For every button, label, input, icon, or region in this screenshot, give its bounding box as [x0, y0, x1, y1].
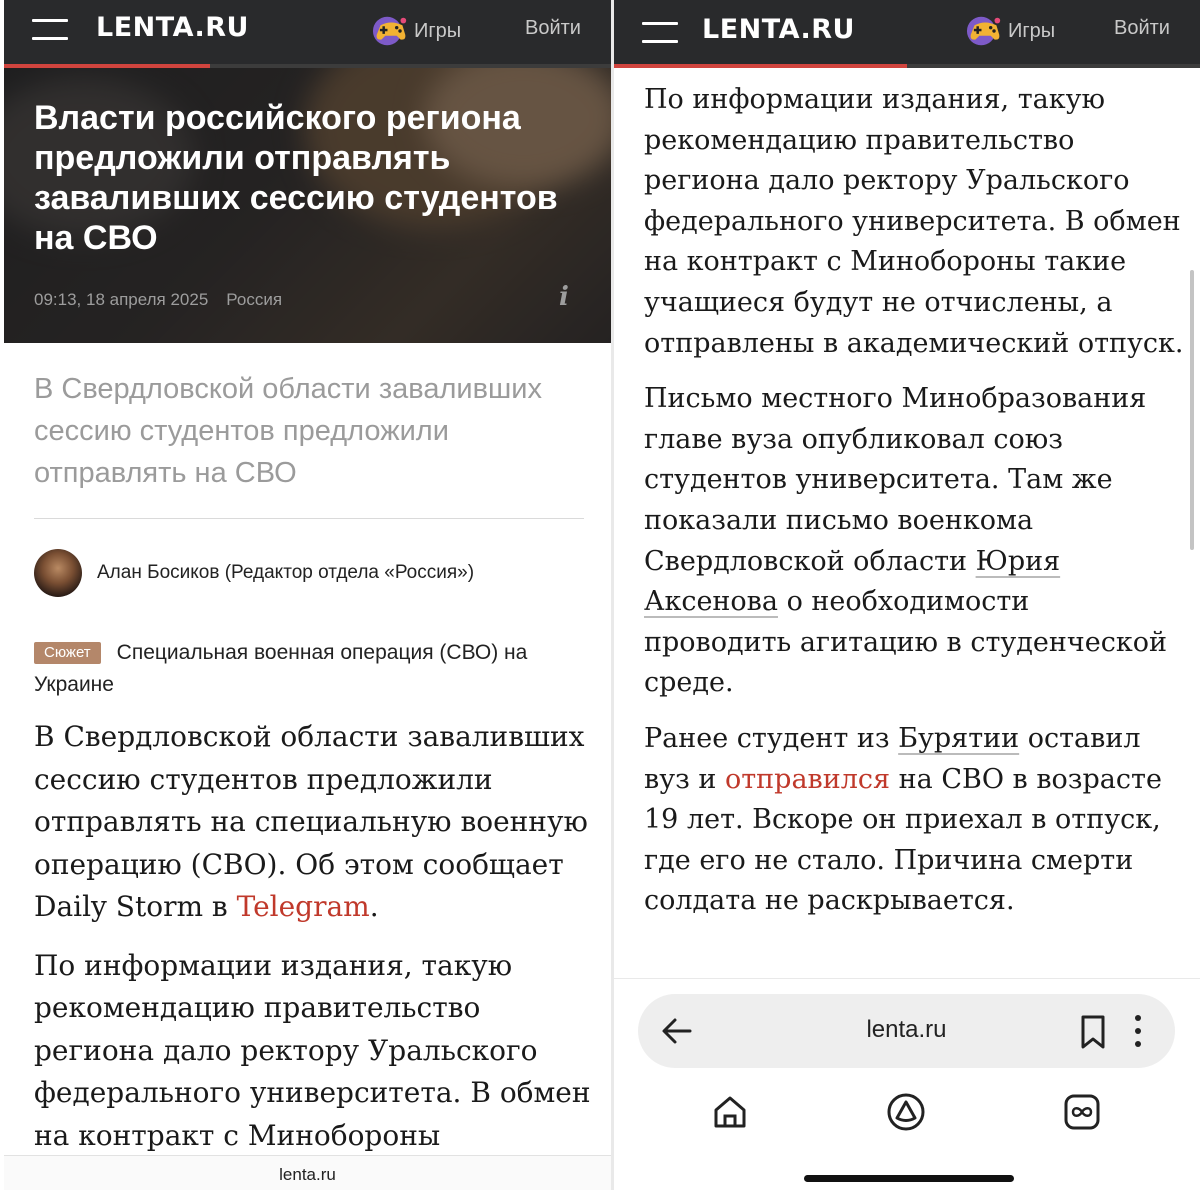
paragraph: Письмо местного Минобразования главе вуз…: [644, 379, 1184, 704]
address-bar[interactable]: lenta.ru: [638, 994, 1175, 1068]
paragraph-text: .: [369, 890, 379, 923]
paragraph-text: Письмо местного Минобразования главе вуз…: [644, 383, 1147, 577]
bookmark-icon[interactable]: [1078, 1014, 1108, 1050]
games-label: Игры: [1008, 19, 1056, 42]
games-link[interactable]: Игры: [966, 12, 1055, 50]
gamepad-icon: [966, 16, 1001, 46]
right-phone-screen: LENTA.RU Игры Войти По информации издани…: [614, 0, 1200, 1190]
article-body: В Свердловской области заваливших сессию…: [34, 716, 594, 1173]
site-logo[interactable]: LENTA.RU: [96, 12, 249, 43]
paragraph: По информации издания, такую рекомендаци…: [34, 948, 591, 1152]
author-name: Алан Босиков (Редактор отдела «Россия»): [97, 562, 475, 583]
login-button[interactable]: Войти: [1114, 17, 1170, 40]
menu-icon[interactable]: [32, 19, 68, 41]
divider: [34, 518, 584, 519]
site-header: LENTA.RU Игры Войти: [614, 0, 1200, 64]
article-body: По информации издания, такую рекомендаци…: [644, 80, 1184, 937]
alice-icon[interactable]: [886, 1092, 926, 1132]
reading-progress-fill: [614, 64, 907, 68]
home-icon[interactable]: [710, 1092, 750, 1132]
region-link[interactable]: Бурятии: [898, 723, 1019, 754]
site-header: LENTA.RU Игры Войти: [4, 0, 611, 64]
login-button[interactable]: Войти: [525, 17, 581, 40]
more-vertical-icon[interactable]: [1128, 1012, 1148, 1050]
paragraph: По информации издания, такую рекомендаци…: [644, 84, 1184, 359]
article-hero: Власти российского региона предложили от…: [4, 68, 611, 343]
menu-icon[interactable]: [642, 22, 678, 44]
article-rubric[interactable]: Россия: [226, 290, 282, 309]
article-link[interactable]: отправился: [725, 764, 890, 795]
article-meta: 09:13, 18 апреля 2025 Россия: [34, 290, 282, 310]
home-indicator[interactable]: [804, 1175, 1014, 1182]
story-link[interactable]: Специальная военная операция (СВО) на Ук…: [34, 641, 527, 696]
article-datetime: 09:13, 18 апреля 2025: [34, 290, 209, 309]
gamepad-icon: [372, 16, 407, 46]
article-lead: В Свердловской области заваливших сессию…: [34, 373, 542, 489]
story-block: Сюжет Специальная военная операция (СВО) …: [34, 637, 594, 701]
paragraph: В Свердловской области заваливших сессию…: [34, 716, 594, 929]
author-block[interactable]: Алан Босиков (Редактор отдела «Россия»): [34, 549, 474, 597]
telegram-link[interactable]: Telegram: [237, 890, 370, 923]
tabs-icon[interactable]: [1062, 1092, 1102, 1132]
browser-address-footer[interactable]: lenta.ru: [4, 1155, 611, 1190]
site-logo[interactable]: LENTA.RU: [702, 14, 855, 45]
scrollbar[interactable]: [1190, 270, 1194, 550]
author-avatar: [34, 549, 82, 597]
paragraph-text: Ранее студент из: [644, 722, 899, 754]
story-badge: Сюжет: [34, 642, 101, 664]
reading-progress-bar: [614, 64, 1200, 68]
browser-toolbar: lenta.ru: [614, 978, 1200, 1190]
info-icon[interactable]: i: [559, 282, 569, 312]
games-link[interactable]: Игры: [372, 12, 461, 50]
games-label: Игры: [414, 19, 462, 42]
paragraph: Ранее студент из Бурятии оставил вуз и о…: [644, 719, 1184, 922]
left-phone-screen: LENTA.RU Игры Войти Власти российского р…: [4, 0, 611, 1190]
article-title: Власти российского региона предложили от…: [34, 99, 558, 257]
